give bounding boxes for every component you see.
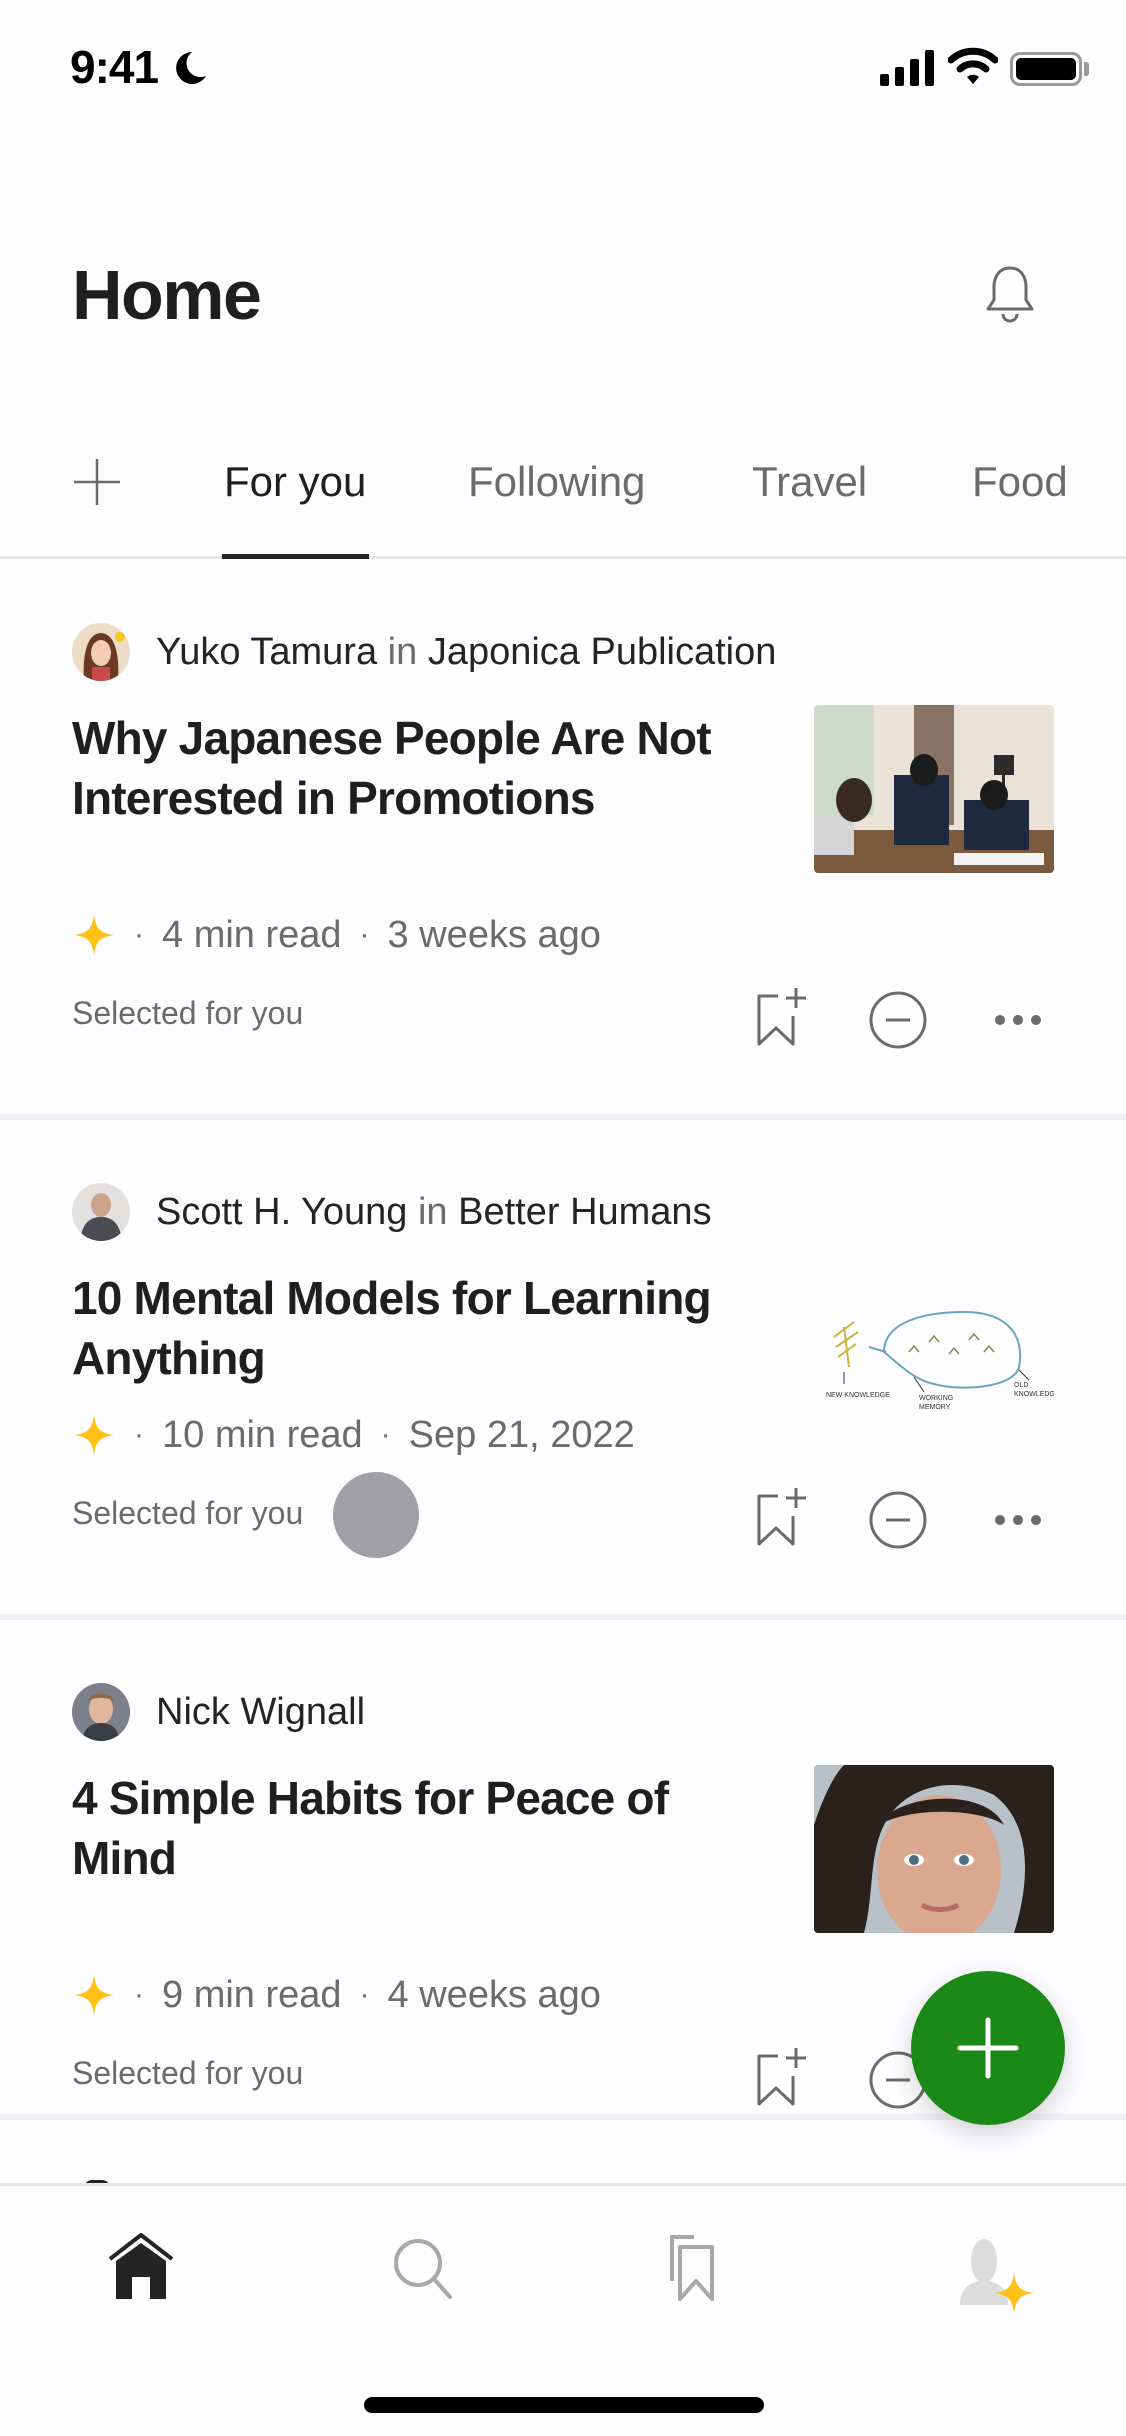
recommendation-reason: Selected for you	[72, 2055, 304, 2091]
bookmark-add-icon[interactable]	[756, 986, 806, 1048]
article-card[interactable]: Scott H. Young in Better Humans 10 Menta…	[0, 1182, 1126, 1682]
tab-for-you[interactable]: For you	[224, 458, 366, 506]
bookmark-add-icon[interactable]	[756, 2046, 806, 2108]
notifications-bell-icon[interactable]	[984, 262, 1036, 326]
article-meta: · 4 min read · 3 weeks ago	[72, 910, 601, 960]
in-label: in	[417, 1190, 448, 1233]
publish-date: 3 weeks ago	[387, 913, 601, 956]
article-thumbnail[interactable]: NEW KNOWLEDGE WORKING MEMORY OLD KNOWLED…	[814, 1292, 1054, 1460]
article-thumbnail[interactable]	[814, 705, 1054, 873]
author-row[interactable]: Yuko Tamura in Japonica Publication	[72, 622, 776, 682]
svg-text:NEW KNOWLEDGE: NEW KNOWLEDGE	[826, 1392, 890, 1399]
recommendation-reason: Selected for you	[72, 1495, 304, 1531]
home-icon[interactable]	[106, 2233, 176, 2303]
read-time: 10 min read	[162, 1413, 363, 1456]
write-story-fab[interactable]	[911, 1971, 1065, 2125]
meta-separator: ·	[134, 1418, 144, 1451]
library-bookmarks-icon[interactable]	[664, 2233, 734, 2303]
author-name[interactable]: Yuko Tamura	[156, 631, 377, 673]
add-topic-plus-icon[interactable]	[74, 459, 120, 505]
search-icon[interactable]	[388, 2233, 458, 2303]
meta-separator: ·	[134, 918, 144, 951]
more-options-icon[interactable]	[994, 1010, 1042, 1030]
svg-text:MEMORY: MEMORY	[919, 1404, 951, 1411]
card-divider	[0, 1114, 1126, 1120]
article-title[interactable]: 10 Mental Models for Learning Anything	[72, 1268, 712, 1388]
tab-food[interactable]: Food	[972, 458, 1068, 506]
author-avatar[interactable]	[72, 1683, 130, 1741]
article-thumbnail[interactable]	[814, 1765, 1054, 1933]
publish-date: Sep 21, 2022	[408, 1413, 635, 1456]
home-indicator	[364, 2397, 764, 2413]
active-tab-indicator	[222, 554, 369, 559]
tabs-divider	[0, 556, 1126, 559]
recommendation-reason: Selected for you	[72, 995, 304, 1031]
meta-separator: ·	[380, 1418, 391, 1451]
member-only-star-icon	[74, 1415, 114, 1455]
svg-text:WORKING: WORKING	[919, 1395, 953, 1402]
page-title: Home	[72, 256, 262, 334]
author-avatar[interactable]	[72, 623, 130, 681]
publication-name[interactable]: Better Humans	[458, 1191, 711, 1233]
meta-separator: ·	[359, 1978, 370, 2011]
read-time: 9 min read	[162, 1973, 342, 2016]
do-not-disturb-moon-icon	[176, 52, 206, 84]
member-only-star-icon	[74, 915, 114, 955]
status-time: 9:41	[70, 41, 159, 93]
bookmark-add-icon[interactable]	[756, 1486, 806, 1548]
publication-name[interactable]: Japonica Publication	[428, 631, 777, 673]
article-title[interactable]: 4 Simple Habits for Peace of Mind	[72, 1768, 712, 1888]
battery-icon	[1010, 52, 1082, 86]
author-name[interactable]: Scott H. Young	[156, 1191, 407, 1233]
cellular-signal-icon	[880, 50, 934, 86]
show-less-minus-icon[interactable]	[868, 990, 928, 1050]
meta-separator: ·	[359, 918, 370, 951]
svg-text:KNOWLEDGE: KNOWLEDGE	[1014, 1391, 1054, 1398]
article-meta: · 10 min read · Sep 21, 2022	[72, 1410, 635, 1460]
svg-text:OLD: OLD	[1014, 1382, 1028, 1389]
article-meta: · 9 min read · 4 weeks ago	[72, 1970, 601, 2020]
author-row[interactable]: Scott H. Young in Better Humans	[72, 1182, 712, 1242]
profile-avatar-icon[interactable]	[950, 2233, 1040, 2323]
card-divider	[0, 1614, 1126, 1620]
more-options-icon[interactable]	[994, 1510, 1042, 1530]
author-avatar[interactable]	[72, 1183, 130, 1241]
article-title[interactable]: Why Japanese People Are Not Interested i…	[72, 708, 712, 828]
touch-indicator	[333, 1472, 419, 1558]
read-time: 4 min read	[162, 913, 342, 956]
tab-travel[interactable]: Travel	[752, 458, 867, 506]
meta-separator: ·	[134, 1978, 144, 2011]
member-only-star-icon	[74, 1975, 114, 2015]
wifi-icon	[948, 47, 998, 84]
author-name[interactable]: Nick Wignall	[156, 1691, 365, 1733]
publish-date: 4 weeks ago	[387, 1973, 601, 2016]
in-label: in	[387, 630, 418, 673]
author-row[interactable]: Nick Wignall	[72, 1682, 365, 1742]
tab-following[interactable]: Following	[468, 458, 645, 506]
battery-tip	[1084, 62, 1089, 76]
article-card[interactable]: Yuko Tamura in Japonica Publication Why …	[0, 622, 1126, 1122]
show-less-minus-icon[interactable]	[868, 1490, 928, 1550]
plus-icon	[957, 2017, 1019, 2079]
